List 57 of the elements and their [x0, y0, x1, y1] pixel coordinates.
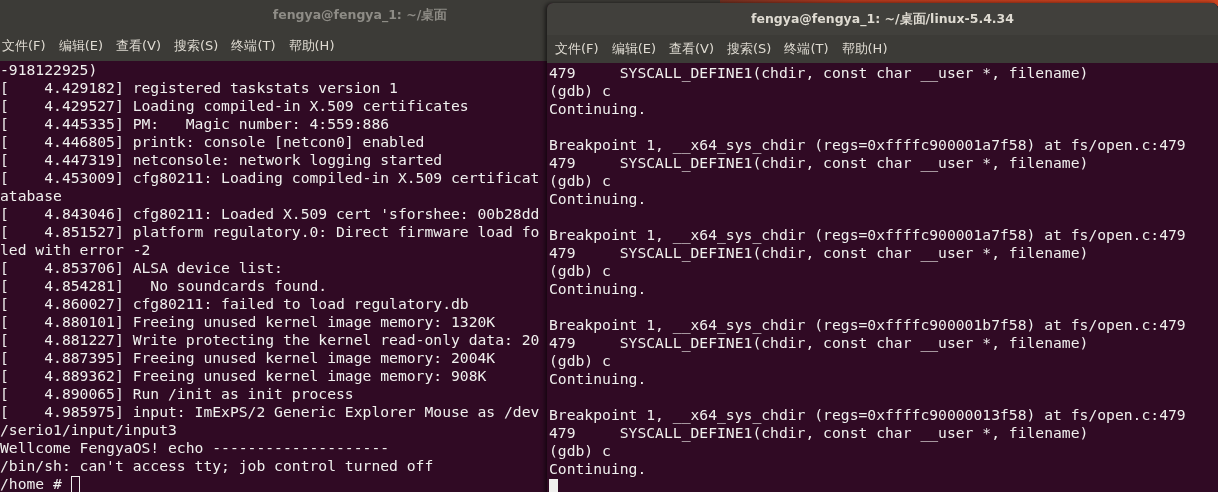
menu-item[interactable]: 帮助(H)	[841, 40, 888, 58]
terminal-line: (gdb) c	[549, 352, 611, 370]
terminal-line: Continuing.	[549, 460, 647, 478]
terminal-line: [ 4.890065] Run /init as init process	[0, 385, 354, 403]
window-title: fengya@fengya_1: ~/桌面/linux-5.4.34	[751, 10, 1014, 28]
terminal-line: [ 4.446805] printk: console [netcon0] enabled	[0, 133, 425, 151]
terminal-line: [ 4.447319] netconsole: network logging started	[0, 151, 443, 169]
terminal-line: Continuing.	[549, 370, 647, 388]
terminal-line: Wellcome FengyaOS! echo --------------------	[0, 439, 390, 457]
terminal-line: -918122925)	[0, 61, 98, 79]
terminal-line: Breakpoint 1, __x64_sys_chdir (regs=0xffffc90000013f58) at fs/open.c:479	[549, 406, 1186, 424]
terminal-line: Continuing.	[549, 100, 647, 118]
terminal-line: atabase	[0, 187, 62, 205]
window-title: fengya@fengya_1: ~/桌面	[272, 7, 448, 24]
menu-item[interactable]: 编辑(E)	[611, 40, 656, 58]
terminal-line: [ 4.860027] cfg80211: failed to load regulatory.db	[0, 295, 469, 313]
menu-item[interactable]: 终端(T)	[784, 40, 829, 58]
terminal-line: /bin/sh: can't access tty; job control turned off	[0, 457, 434, 475]
terminal-line: [ 4.853706] ALSA device list:	[0, 259, 283, 277]
terminal-line: [ 4.985975] input: ImExPS/2 Generic Explorer Mouse as /dev	[0, 403, 540, 421]
terminal-line: [ 4.887395] Freeing unused kernel image memory: 2004K	[0, 349, 496, 367]
menu-item[interactable]: 搜索(S)	[174, 37, 219, 55]
terminal-line: [ 4.880101] Freeing unused kernel image memory: 1320K	[0, 313, 496, 331]
terminal-line: [ 4.889362] Freeing unused kernel image memory: 908K	[0, 367, 487, 385]
menu-item[interactable]: 终端(T)	[231, 37, 276, 55]
terminal-line: [ 4.429527] Loading compiled-in X.509 certificates	[0, 97, 469, 115]
terminal-line: (gdb) c	[549, 442, 611, 460]
terminal-line: led with error -2	[0, 241, 151, 259]
terminal-line: [ 4.843046] cfg80211: Loaded X.509 cert 'sforshee: 00b28dd	[0, 205, 540, 223]
menu-item[interactable]: 文件(F)	[555, 40, 599, 58]
terminal-line: [ 4.851527] platform regulatory.0: Direct firmware load fo	[0, 223, 540, 241]
terminal-line: [ 4.453009] cfg80211: Loading compiled-in X.509 certificat	[0, 169, 540, 187]
terminal-line: (gdb) c	[549, 262, 611, 280]
terminal-line: [ 4.881227] Write protecting the kernel read-only data: 20	[0, 331, 540, 349]
menu-item[interactable]: 编辑(E)	[58, 37, 103, 55]
terminal-line: [ 4.854281] No soundcards found.	[0, 277, 328, 295]
menu-item[interactable]: 查看(V)	[669, 40, 715, 58]
terminal-line: (gdb) c	[549, 82, 611, 100]
terminal-line: 479 SYSCALL_DEFINE1(chdir, const char __user *, filename)	[549, 154, 1089, 172]
terminal-line: Breakpoint 1, __x64_sys_chdir (regs=0xffffc900001a7f58) at fs/open.c:479	[549, 136, 1186, 154]
terminal-line: (gdb) c	[549, 172, 611, 190]
terminal-line: 479 SYSCALL_DEFINE1(chdir, const char __user *, filename)	[549, 64, 1089, 82]
menu-item[interactable]: 搜索(S)	[727, 40, 772, 58]
terminal-line: [ 4.445335] PM: Magic number: 4:559:886	[0, 115, 390, 133]
terminal-line: /serio1/input/input3	[0, 421, 177, 439]
menu-item[interactable]: 查看(V)	[116, 37, 162, 55]
terminal-line: 479 SYSCALL_DEFINE1(chdir, const char __user *, filename)	[549, 244, 1089, 262]
terminal-line: 479 SYSCALL_DEFINE1(chdir, const char __user *, filename)	[549, 424, 1089, 442]
terminal-line: 479 SYSCALL_DEFINE1(chdir, const char __user *, filename)	[549, 334, 1089, 352]
terminal-line: Continuing.	[549, 280, 647, 298]
terminal-line: Continuing.	[549, 190, 647, 208]
terminal-line: Breakpoint 1, __x64_sys_chdir (regs=0xffffc900001b7f58) at fs/open.c:479	[549, 316, 1186, 334]
terminal-line: Breakpoint 1, __x64_sys_chdir (regs=0xffffc900001a7f58) at fs/open.c:479	[549, 226, 1186, 244]
menu-item[interactable]: 帮助(H)	[288, 37, 335, 55]
terminal-line: /home #	[0, 475, 63, 492]
terminal-line: [ 4.429182] registered taskstats version 1	[0, 79, 398, 97]
menu-item[interactable]: 文件(F)	[2, 37, 46, 55]
